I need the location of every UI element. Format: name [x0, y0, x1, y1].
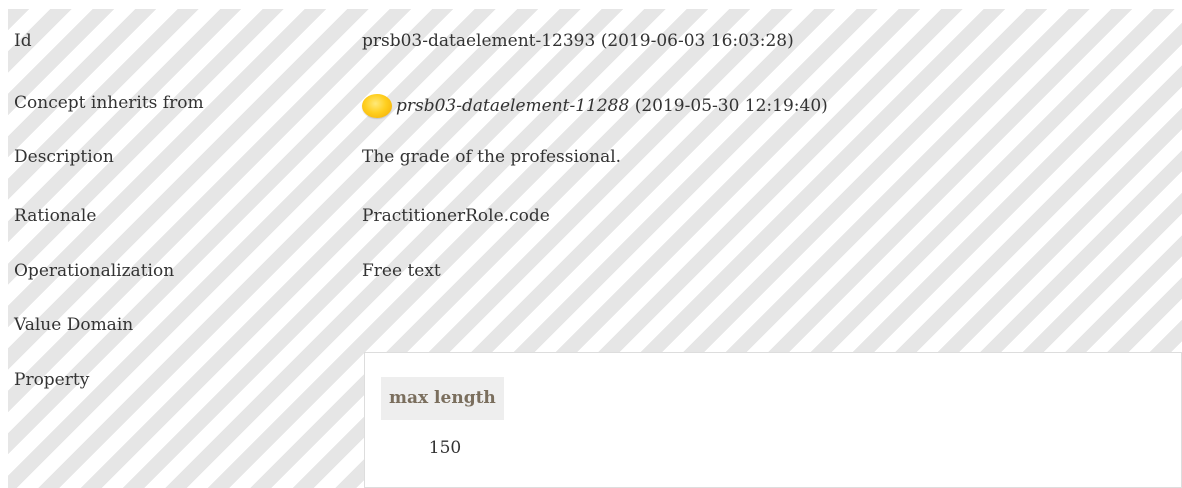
- value-domain-row: Value Domain: [0, 310, 1182, 340]
- rationale-value: PractitionerRole.code: [362, 206, 550, 226]
- id-label: Id: [14, 31, 32, 51]
- inherits-label: Concept inherits from: [14, 93, 204, 113]
- operationalization-label: Operationalization: [14, 261, 175, 281]
- id-value: prsb03-dataelement-12393 (2019-06-03 16:…: [362, 31, 794, 51]
- inherits-value: prsb03-dataelement-11288 (2019-05-30 12:…: [362, 91, 828, 121]
- description-row: Description The grade of the professiona…: [0, 142, 1182, 172]
- rationale-row: Rationale PractitionerRole.code: [0, 201, 1182, 231]
- property-table: max length 150: [364, 352, 1182, 488]
- rationale-label: Rationale: [14, 206, 97, 226]
- description-value: The grade of the professional.: [362, 147, 622, 167]
- id-row: Id prsb03-dataelement-12393 (2019-06-03 …: [0, 26, 1182, 56]
- inherits-row: Concept inherits from prsb03-dataelement…: [0, 88, 1182, 118]
- property-label: Property: [14, 370, 90, 390]
- description-label: Description: [14, 147, 114, 167]
- max-length-value: 150: [428, 438, 462, 458]
- operationalization-row: Operationalization Free text: [0, 256, 1182, 286]
- operationalization-value: Free text: [362, 261, 441, 281]
- status-dot-icon: [362, 94, 392, 118]
- value-domain-label: Value Domain: [14, 315, 134, 335]
- inherits-timestamp: (2019-05-30 12:19:40): [629, 96, 828, 116]
- max-length-header: max length: [381, 377, 504, 420]
- inherits-concept-link[interactable]: prsb03-dataelement-11288: [396, 96, 629, 116]
